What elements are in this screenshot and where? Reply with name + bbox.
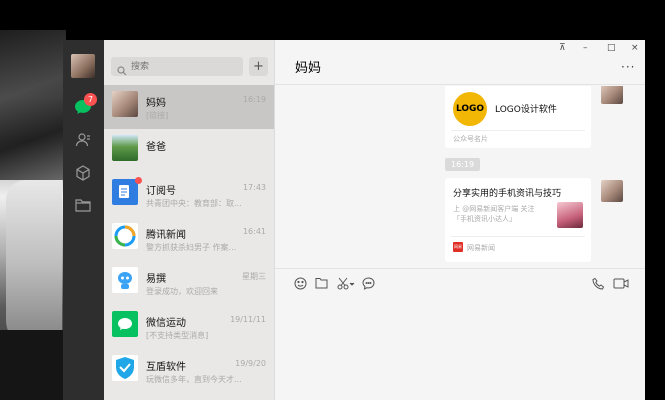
contact-avatar [112,135,138,161]
folder-icon[interactable] [71,193,95,217]
conversation-time: 16:41 [242,227,266,236]
sender-avatar[interactable] [601,180,623,202]
article-card-message[interactable]: 分享实用的手机资讯与技巧 上 @网易新闻客户端 关注 「手机资讯小达人」 网易 … [445,178,591,262]
wechat-window: 7 + 妈妈 16:19 [链 [63,40,645,400]
emoji-icon[interactable] [293,276,307,290]
conversation-preview: 登录成功，欢迎回来 [146,287,218,296]
chat-header: 妈妈 ⊼ – □ × ··· [275,40,645,85]
netease-news-icon: 网易 [453,242,463,252]
search-input[interactable] [131,59,236,74]
card-footer: 公众号名片 [453,135,488,143]
user-avatar[interactable] [71,54,95,78]
conversation-time: 17:43 [242,183,266,192]
article-thumbnail [557,202,583,228]
search-box[interactable] [111,57,243,76]
video-call-icon[interactable] [613,276,629,290]
wallpaper-hair [0,30,66,180]
search-icon [117,61,127,80]
logo-avatar: LOGO [453,92,487,126]
conversation-preview: 共青团中央：教育部：取... [146,199,242,208]
conversation-name: 订阅号 [146,186,176,197]
article-title: 分享实用的手机资讯与技巧 [453,189,562,199]
conversation-preview: [链接] [146,111,169,120]
robot-icon [112,267,138,293]
subscription-icon [112,179,138,205]
wallpaper-face [6,180,62,350]
conversation-item-tencent-news[interactable]: 腾讯新闻 16:41 警方抓获杀妇男子 作案... [104,217,274,261]
conversation-name: 爸爸 [146,142,166,153]
chat-history-icon[interactable] [361,276,375,290]
conversation-preview: 玩微信多年，直到今天才... [146,375,242,384]
voice-call-icon[interactable] [591,276,605,290]
conversation-item-wechat-sports[interactable]: 微信运动 19/11/11 [不支持类型消息] [104,305,274,349]
article-description: 上 @网易新闻客户端 关注 「手机资讯小达人」 [453,205,535,223]
minimize-button[interactable]: – [583,43,588,53]
conversation-name: 妈妈 [146,98,166,109]
conversation-name: 微信运动 [146,318,186,329]
conversation-time: 星期三 [242,272,266,281]
conversation-name: 互盾软件 [146,362,186,373]
conversation-item-mom[interactable]: 妈妈 16:19 [链接] [104,85,274,129]
sender-avatar[interactable] [601,86,623,104]
contact-avatar [112,91,138,117]
contact-card-message[interactable]: LOGO LOGO设计软件 公众号名片 [445,86,591,148]
contacts-icon[interactable] [71,128,95,152]
maximize-button[interactable]: □ [607,43,616,53]
favorites-cube-icon[interactable] [71,161,95,185]
tencent-news-logo-icon [112,223,138,249]
pin-button[interactable]: ⊼ [559,43,566,53]
conversation-time: 19/9/20 [235,359,266,368]
screenshot-scissors-icon[interactable] [336,276,356,290]
card-title: LOGO设计软件 [495,105,557,115]
chat-title: 妈妈 [295,61,322,76]
wechat-sports-icon [112,311,138,337]
conversation-name: 腾讯新闻 [146,230,186,241]
add-button[interactable]: + [249,57,268,76]
message-area: LOGO LOGO设计软件 公众号名片 16:19 分享实用的手机资讯与技巧 上… [275,86,645,268]
conversation-item-dad[interactable]: 爸爸 [104,129,274,173]
article-source: 网易新闻 [467,244,495,252]
conversation-item-yizhuan[interactable]: 易撰 星期三 登录成功，欢迎回来 [104,261,274,305]
folder-send-icon[interactable] [314,276,328,290]
wallpaper-shadow [0,330,66,400]
wallpaper-photo [0,30,66,400]
conversation-preview: [不支持类型消息] [146,331,209,340]
chat-panel: 妈妈 ⊼ – □ × ··· LOGO LOGO设计软件 公众号名片 16:19… [275,40,645,400]
close-button[interactable]: × [631,43,639,53]
conversation-time: 16:19 [242,95,266,104]
desktop: 7 + 妈妈 16:19 [链 [0,0,665,400]
shield-icon [112,355,138,381]
conversation-name: 易撰 [146,274,166,285]
conversation-time: 19/11/11 [230,315,266,324]
unread-badge: 7 [84,93,97,106]
more-options-button[interactable]: ··· [621,60,635,74]
input-toolbar [275,268,645,296]
conversation-item-hudun[interactable]: 互盾软件 19/9/20 玩微信多年，直到今天才... [104,349,274,393]
nav-bar: 7 [63,40,104,400]
conversation-item-subscriptions[interactable]: 订阅号 17:43 共青团中央：教育部：取... [104,173,274,217]
conversation-preview: 警方抓获杀妇男子 作案... [146,243,237,252]
time-divider: 16:19 [445,158,481,171]
unread-dot [135,177,142,184]
conversation-list: + 妈妈 16:19 [链接] 爸爸 订阅号 17:43 共青团 [104,40,275,400]
